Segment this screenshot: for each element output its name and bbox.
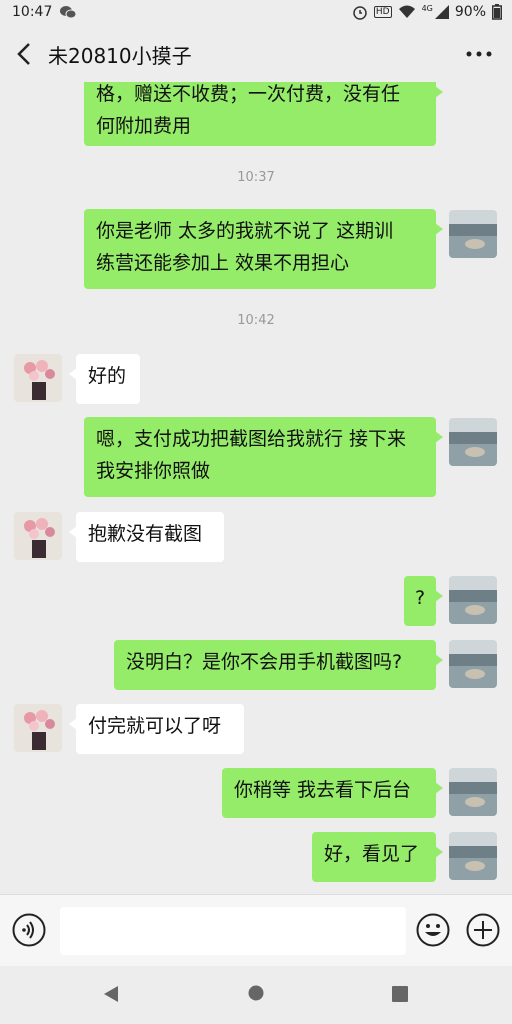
alarm-icon xyxy=(353,6,367,20)
message-bubble-sent[interactable]: 你是老师 太多的我就不说了 这期训 练营还能参加上 效果不用担心 xyxy=(84,209,443,289)
hd-badge: HD xyxy=(373,6,392,18)
message-text: 你是老师 太多的我就不说了 这期训 xyxy=(96,220,394,242)
battery-icon xyxy=(492,4,502,20)
message-text: 抱歉没有截图 xyxy=(88,523,203,545)
my-avatar[interactable] xyxy=(449,768,497,816)
status-bar: 10:47 HD 4G 90% xyxy=(0,0,512,26)
system-nav-bar xyxy=(0,966,512,1024)
timestamp: 10:42 xyxy=(237,313,275,328)
message-text: 何附加费用 xyxy=(96,115,192,137)
message-input[interactable] xyxy=(60,907,406,955)
nav-home-icon[interactable] xyxy=(248,985,264,1001)
contact-avatar[interactable] xyxy=(14,704,62,752)
status-time: 10:47 xyxy=(12,4,53,20)
emoji-icon[interactable] xyxy=(416,913,450,947)
input-bar xyxy=(0,894,512,967)
message-text: ? xyxy=(414,587,426,609)
more-dots-icon[interactable] xyxy=(464,42,494,66)
chat-header: 未20810小摸子 xyxy=(0,26,512,82)
chat-title: 未20810小摸子 xyxy=(48,44,192,68)
message-bubble-sent[interactable]: 嗯，支付成功把截图给我就行 接下来 我安排你照做 xyxy=(84,417,443,497)
message-bubble-received[interactable]: 好的 xyxy=(69,354,140,404)
my-avatar[interactable] xyxy=(449,576,497,624)
message-text: 好，看见了 xyxy=(324,843,420,865)
message-text: 我安排你照做 xyxy=(96,460,211,482)
my-avatar[interactable] xyxy=(449,210,497,258)
message-text: 格，赠送不收费；一次付费，没有任 xyxy=(96,83,401,105)
wifi-icon xyxy=(398,5,415,18)
message-bubble-sent[interactable]: 格，赠送不收费；一次付费，没有任 何附加费用 xyxy=(84,82,443,146)
message-text: 付完就可以了呀 xyxy=(88,715,222,737)
message-bubble-sent[interactable]: 你稍等 我去看下后台 xyxy=(222,768,443,818)
voice-icon[interactable] xyxy=(12,913,46,947)
message-bubble-sent[interactable]: 好，看见了 xyxy=(312,832,443,882)
contact-avatar[interactable] xyxy=(14,512,62,560)
message-text: 嗯，支付成功把截图给我就行 接下来 xyxy=(96,428,407,450)
contact-avatar[interactable] xyxy=(14,354,62,402)
message-text: 好的 xyxy=(88,365,127,387)
my-avatar[interactable] xyxy=(449,640,497,688)
message-text: 没明白？是你不会用手机截图吗? xyxy=(126,651,403,673)
message-bubble-received[interactable]: 抱歉没有截图 xyxy=(69,512,224,562)
timestamp: 10:37 xyxy=(237,170,275,185)
message-bubble-sent[interactable]: ? xyxy=(404,576,443,626)
message-text: 练营还能参加上 效果不用担心 xyxy=(96,252,350,274)
signal-icon xyxy=(434,5,449,19)
plus-icon[interactable] xyxy=(466,913,500,947)
nav-back-icon[interactable] xyxy=(102,985,120,1003)
message-bubble-received[interactable]: 付完就可以了呀 xyxy=(69,704,244,754)
battery-percent: 90% xyxy=(454,4,486,20)
my-avatar[interactable] xyxy=(449,832,497,880)
message-bubble-sent[interactable]: 没明白？是你不会用手机截图吗? xyxy=(114,640,443,690)
network-type: 4G xyxy=(421,3,433,13)
wechat-icon xyxy=(60,6,76,19)
my-avatar[interactable] xyxy=(449,418,497,466)
chat-area[interactable]: 格，赠送不收费；一次付费，没有任 何附加费用 10:37 你是老师 太多的我就不… xyxy=(0,82,512,894)
chevron-left-icon[interactable] xyxy=(14,42,34,66)
nav-recent-icon[interactable] xyxy=(392,986,408,1002)
message-text: 你稍等 我去看下后台 xyxy=(234,779,412,801)
